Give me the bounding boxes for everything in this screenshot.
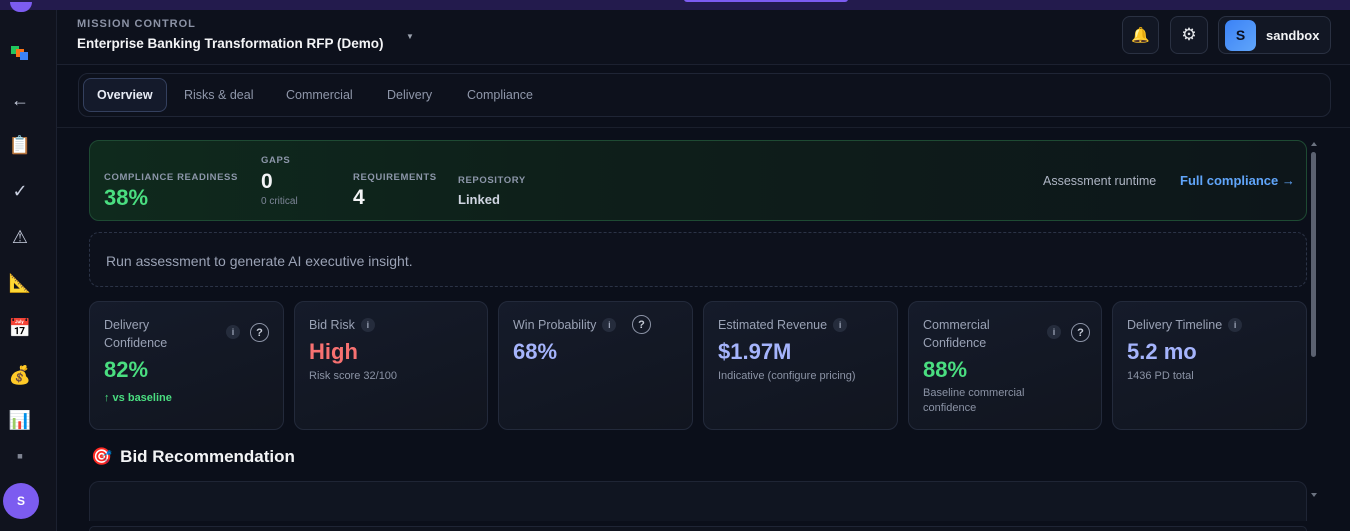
money-bag-icon[interactable]: 💰	[0, 358, 40, 392]
card-trend: ↑ vs baseline	[104, 392, 172, 404]
readiness-value: 38%	[104, 185, 149, 210]
next-panel-edge	[89, 526, 1307, 531]
chevron-down-icon[interactable]: ▼	[406, 32, 414, 41]
info-icon[interactable]: i	[833, 318, 848, 332]
tab-commercial[interactable]: Commercial	[273, 78, 366, 112]
help-icon[interactable]: ?	[632, 315, 651, 334]
help-icon[interactable]: ?	[250, 323, 269, 342]
content-divider	[57, 127, 1350, 128]
tab-overview[interactable]: Overview	[83, 78, 167, 112]
back-arrow-icon[interactable]: ←	[0, 83, 40, 117]
card-value: High	[309, 339, 358, 364]
card-value: 88%	[923, 357, 968, 382]
card-label: Bid Risk	[309, 318, 355, 332]
readiness-label: COMPLIANCE READINESS	[104, 172, 238, 183]
gaps-label: GAPS	[261, 155, 291, 166]
scroll-up-arrow[interactable]	[1311, 142, 1317, 146]
tab-bar: Overview Risks & deal Commercial Deliver…	[78, 73, 1331, 117]
warning-icon[interactable]: ⚠	[0, 220, 40, 254]
repository-label: REPOSITORY	[458, 175, 526, 186]
card-label: Delivery Timeline	[1127, 318, 1223, 332]
page-header: MISSION CONTROL Enterprise Banking Trans…	[57, 10, 1350, 65]
triangle-ruler-icon[interactable]: 📐	[0, 266, 40, 300]
top-strip-indicator	[684, 0, 848, 2]
card-label-row: Estimated Revenue i	[718, 316, 848, 334]
kpi-card-delivery-confidence: Delivery Confidence i ? 82% ↑ vs baselin…	[89, 301, 284, 430]
info-icon[interactable]: i	[226, 325, 240, 339]
card-sub: Risk score 32/100	[309, 370, 398, 382]
card-label-row: Bid Risk i	[309, 316, 375, 334]
card-label: Win Probability	[513, 318, 597, 332]
top-strip	[0, 0, 1350, 10]
full-compliance-link[interactable]: Full compliance →	[1180, 173, 1295, 188]
card-sub: 1436 PD total	[1127, 370, 1194, 382]
bid-recommendation-panel	[89, 481, 1307, 521]
user-name: sandbox	[1266, 27, 1320, 43]
kpi-card-bid-risk: Bid Risk i High Risk score 32/100	[294, 301, 488, 430]
card-value: 68%	[513, 339, 558, 364]
scrollbar-thumb[interactable]	[1311, 152, 1316, 357]
tab-delivery[interactable]: Delivery	[374, 78, 445, 112]
insight-text: Run assessment to generate AI executive …	[106, 253, 413, 269]
bar-chart-icon[interactable]: 📊	[0, 403, 40, 437]
card-value: $1.97M	[718, 339, 792, 364]
repository-value: Linked	[458, 192, 500, 207]
card-value: 82%	[104, 357, 149, 382]
calendar-icon[interactable]: 📅	[0, 311, 40, 345]
card-label-row: Win Probability i	[513, 316, 617, 334]
side-rail: ← 📋 ✓ ⚠ 📐 📅 💰 📊 ▪ S	[0, 2, 57, 531]
gear-icon: ⚙	[1181, 25, 1197, 44]
target-icon: 🎯	[91, 447, 113, 466]
help-icon[interactable]: ?	[1071, 323, 1090, 342]
checkmark-icon[interactable]: ✓	[0, 174, 40, 208]
section-title: Bid Recommendation	[120, 447, 295, 466]
scroll-down-arrow[interactable]	[1311, 493, 1317, 497]
user-avatar-square: S	[1225, 19, 1256, 51]
notifications-button[interactable]: 🔔	[1122, 16, 1159, 54]
ai-insight-box: Run assessment to generate AI executive …	[89, 232, 1307, 287]
stacked-squares-icon[interactable]	[0, 36, 40, 70]
user-avatar[interactable]: S	[3, 483, 39, 519]
compliance-banner: COMPLIANCE READINESS 38% GAPS 0 0 critic…	[89, 140, 1307, 221]
info-icon[interactable]: i	[1228, 318, 1243, 332]
kpi-card-win-probability: Win Probability i ? 68%	[498, 301, 693, 430]
clipboard-icon[interactable]: 📋	[0, 128, 40, 162]
card-label: Delivery Confidence	[104, 318, 168, 350]
gaps-sub: 0 critical	[261, 196, 298, 207]
requirements-value: 4	[353, 186, 365, 209]
rail-top-indicator	[10, 2, 32, 12]
project-title[interactable]: Enterprise Banking Transformation RFP (D…	[77, 36, 384, 51]
more-icon[interactable]: ▪	[0, 447, 40, 465]
info-icon[interactable]: i	[1047, 325, 1061, 339]
header-eyebrow: MISSION CONTROL	[77, 18, 196, 30]
bid-recommendation-heading: 🎯 Bid Recommendation	[91, 447, 295, 467]
tab-risks-deal[interactable]: Risks & deal	[171, 78, 266, 112]
card-label: Commercial Confidence	[923, 318, 990, 350]
card-label: Estimated Revenue	[718, 318, 828, 332]
user-menu-button[interactable]: S sandbox	[1218, 16, 1331, 54]
settings-button[interactable]: ⚙	[1170, 16, 1208, 54]
assessment-runtime-label: Assessment runtime	[1043, 174, 1157, 188]
card-value: 5.2 mo	[1127, 339, 1197, 364]
kpi-card-commercial-confidence: Commercial Confidence i ? 88% Baseline c…	[908, 301, 1102, 430]
card-sub: Indicative (configure pricing)	[718, 370, 856, 382]
card-sub: Baseline commercial confidence	[923, 387, 1025, 414]
info-icon[interactable]: i	[602, 318, 617, 332]
info-icon[interactable]: i	[360, 318, 375, 332]
requirements-label: REQUIREMENTS	[353, 172, 437, 183]
tab-compliance[interactable]: Compliance	[454, 78, 546, 112]
bell-icon: 🔔	[1131, 27, 1150, 44]
kpi-card-delivery-timeline: Delivery Timeline i 5.2 mo 1436 PD total	[1112, 301, 1307, 430]
kpi-card-estimated-revenue: Estimated Revenue i $1.97M Indicative (co…	[703, 301, 898, 430]
card-label-row: Delivery Timeline i	[1127, 316, 1243, 334]
gaps-value: 0	[261, 170, 273, 193]
